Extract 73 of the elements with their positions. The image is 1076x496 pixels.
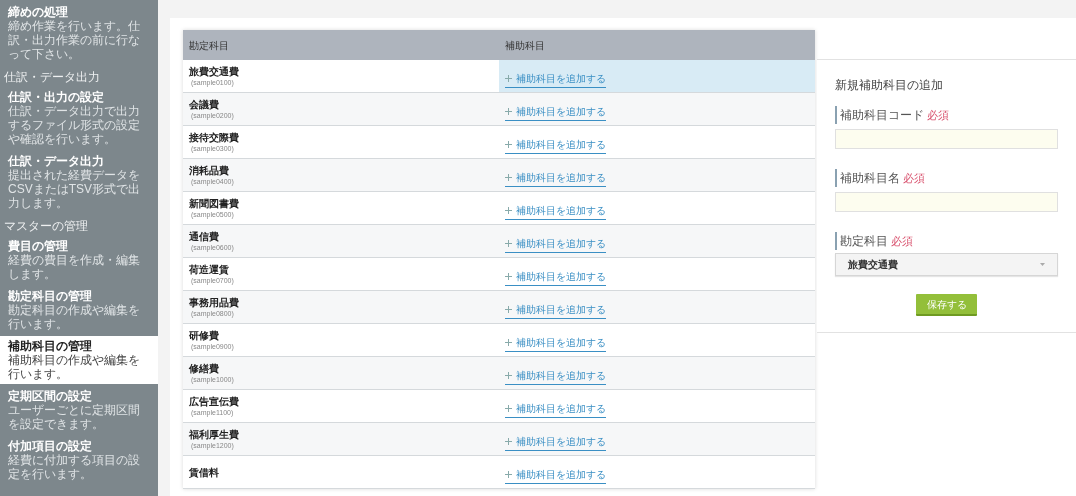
account-name: 消耗品費 bbox=[189, 163, 230, 177]
sidebar-item-title: 仕訳・出力の設定 bbox=[8, 90, 105, 104]
add-sub-account-link[interactable]: 補助科目を追加する bbox=[505, 434, 606, 451]
sidebar-item-title: 定期区間の設定 bbox=[8, 389, 93, 403]
select-value: 旅費交通費 bbox=[848, 258, 898, 272]
select-field[interactable]: 旅費交通費 bbox=[835, 253, 1058, 276]
save-button[interactable]: 保存する bbox=[916, 294, 977, 316]
account-name: 賃借料 bbox=[189, 465, 220, 479]
plus-icon bbox=[505, 207, 512, 214]
plus-icon bbox=[505, 108, 512, 115]
sidebar-item-description: 経費に付加する項目の設定を行います。 bbox=[8, 453, 141, 481]
add-sub-account-link[interactable]: 補助科目を追加する bbox=[505, 467, 606, 484]
plus-icon bbox=[505, 438, 512, 445]
text-field[interactable] bbox=[835, 129, 1058, 149]
plus-icon bbox=[505, 339, 512, 346]
field-label: 勘定科目 bbox=[840, 233, 888, 250]
sidebar-item-title: 補助科目の管理 bbox=[8, 339, 93, 353]
sidebar-item-title: 仕訳・データ出力 bbox=[8, 154, 105, 168]
account-name: 新聞図書費 bbox=[189, 196, 240, 210]
add-sub-account-link[interactable]: 補助科目を追加する bbox=[505, 269, 606, 286]
add-sub-account-link[interactable]: 補助科目を追加する bbox=[505, 302, 606, 319]
add-sub-account-link[interactable]: 補助科目を追加する bbox=[505, 203, 606, 220]
sidebar-item-title: 勘定科目の管理 bbox=[8, 289, 93, 303]
form-title: 新規補助科目の追加 bbox=[835, 77, 944, 94]
required-mark: 必須 bbox=[927, 107, 949, 123]
sidebar-item-description: 提出された経費データをCSVまたはTSV形式で出力します。 bbox=[8, 168, 141, 210]
plus-icon bbox=[505, 471, 512, 478]
plus-icon bbox=[505, 75, 512, 82]
field-label: 補助科目名 bbox=[840, 170, 900, 187]
add-sub-account-link[interactable]: 補助科目を追加する bbox=[505, 170, 606, 187]
add-sub-account-link[interactable]: 補助科目を追加する bbox=[505, 368, 606, 385]
field-label: 補助科目コード bbox=[840, 107, 924, 124]
account-name: 会議費 bbox=[189, 97, 220, 111]
account-name: 通信費 bbox=[189, 229, 220, 243]
sidebar-item-title: 付加項目の設定 bbox=[8, 439, 93, 453]
sidebar-item-title: 締めの処理 bbox=[8, 5, 69, 19]
account-name: 広告宣伝費 bbox=[189, 394, 240, 408]
plus-icon bbox=[505, 405, 512, 412]
sidebar-section-heading: マスターの管理 bbox=[3, 219, 89, 234]
account-name: 旅費交通費 bbox=[189, 64, 240, 78]
account-name: 研修費 bbox=[189, 328, 220, 342]
required-mark: 必須 bbox=[903, 170, 925, 186]
add-sub-account-link[interactable]: 補助科目を追加する bbox=[505, 335, 606, 352]
sidebar-item-title: 費目の管理 bbox=[8, 239, 69, 253]
sidebar-section-heading: 仕訳・データ出力 bbox=[3, 70, 101, 85]
sidebar-item-description: 締め作業を行います。仕訳・出力作業の前に行なって下さい。 bbox=[8, 19, 141, 61]
sidebar-item-description: 経費の費目を作成・編集します。 bbox=[8, 253, 141, 281]
plus-icon bbox=[505, 240, 512, 247]
add-sub-account-link[interactable]: 補助科目を追加する bbox=[505, 71, 606, 88]
plus-icon bbox=[505, 174, 512, 181]
account-name: 修繕費 bbox=[189, 361, 220, 375]
sidebar-item-description: ユーザーごとに定期区間を設定できます。 bbox=[8, 403, 141, 431]
text-field[interactable] bbox=[835, 192, 1058, 212]
column-header: 勘定科目 bbox=[188, 38, 230, 53]
plus-icon bbox=[505, 273, 512, 280]
sidebar-item[interactable]: 補助科目の管理 補助科目の作成や編集を行います。 bbox=[0, 336, 158, 384]
sidebar-item-description: 勘定科目の作成や編集を行います。 bbox=[8, 303, 141, 331]
plus-icon bbox=[505, 372, 512, 379]
add-sub-account-link[interactable]: 補助科目を追加する bbox=[505, 104, 606, 121]
plus-icon bbox=[505, 306, 512, 313]
plus-icon bbox=[505, 141, 512, 148]
account-name: 福利厚生費 bbox=[189, 427, 240, 441]
account-name: 事務用品費 bbox=[189, 295, 240, 309]
add-sub-account-link[interactable]: 補助科目を追加する bbox=[505, 236, 606, 253]
account-name: 接待交際費 bbox=[189, 130, 240, 144]
sidebar-item-description: 仕訳・データ出力で出力するファイル形式の設定や確認を行います。 bbox=[8, 104, 141, 146]
caret-icon bbox=[1040, 263, 1045, 266]
account-name: 荷造運賃 bbox=[189, 262, 230, 276]
column-header: 補助科目 bbox=[504, 38, 546, 53]
sidebar-item-description: 補助科目の作成や編集を行います。 bbox=[8, 353, 141, 381]
add-sub-account-link[interactable]: 補助科目を追加する bbox=[505, 401, 606, 418]
required-mark: 必須 bbox=[891, 233, 913, 249]
add-sub-account-link[interactable]: 補助科目を追加する bbox=[505, 137, 606, 154]
